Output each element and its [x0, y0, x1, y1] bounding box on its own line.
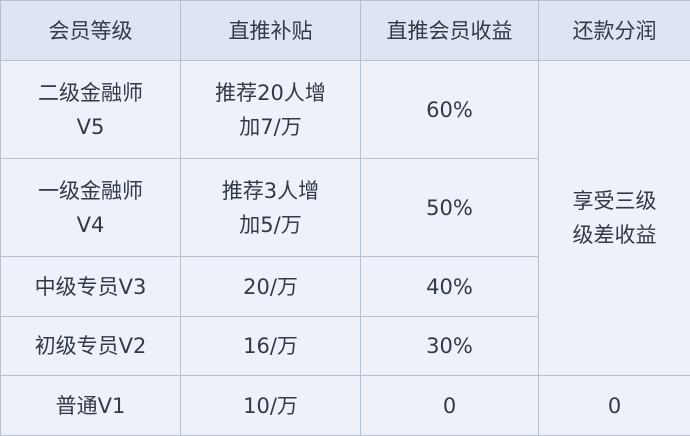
member-level-cell: 中级专员V3 [1, 257, 181, 317]
member-level-cell: 普通V1 [1, 376, 181, 436]
header-row: 会员等级 直推补贴 直推会员收益 还款分润 [1, 1, 690, 61]
member-level-name: 二级金融师 [7, 76, 174, 110]
member-income-cell: 50% [361, 159, 539, 257]
member-level-cell: 二级金融师 V5 [1, 61, 181, 159]
header-repayment-share: 还款分润 [539, 1, 690, 61]
direct-subsidy-line2: 加7/万 [187, 110, 354, 144]
direct-subsidy-cell: 10/万 [181, 376, 361, 436]
member-income-cell: 0 [361, 376, 539, 436]
repayment-share-line2: 级差收益 [545, 218, 684, 252]
direct-subsidy-cell: 20/万 [181, 257, 361, 317]
member-level-cell: 一级金融师 V4 [1, 159, 181, 257]
member-income-cell: 60% [361, 61, 539, 159]
member-level-name: 一级金融师 [7, 174, 174, 208]
direct-subsidy-cell: 推荐20人增 加7/万 [181, 61, 361, 159]
member-income-cell: 40% [361, 257, 539, 317]
table-row: 二级金融师 V5 推荐20人增 加7/万 60% 享受三级 级差收益 [1, 61, 690, 159]
member-income-cell: 30% [361, 317, 539, 376]
direct-subsidy-line1: 推荐3人增 [187, 174, 354, 208]
repayment-share-cell: 0 [539, 376, 690, 436]
direct-subsidy-cell: 16/万 [181, 317, 361, 376]
direct-subsidy-cell: 推荐3人增 加5/万 [181, 159, 361, 257]
direct-subsidy-line2: 加5/万 [187, 208, 354, 242]
header-member-level: 会员等级 [1, 1, 181, 61]
member-level-code: V5 [7, 110, 174, 144]
direct-subsidy-line1: 推荐20人增 [187, 76, 354, 110]
member-level-code: V4 [7, 208, 174, 242]
header-direct-member-income: 直推会员收益 [361, 1, 539, 61]
repayment-share-merged-cell: 享受三级 级差收益 [539, 61, 690, 376]
header-direct-subsidy: 直推补贴 [181, 1, 361, 61]
table-row: 普通V1 10/万 0 0 [1, 376, 690, 436]
member-level-cell: 初级专员V2 [1, 317, 181, 376]
membership-table: 会员等级 直推补贴 直推会员收益 还款分润 二级金融师 V5 推荐20人增 加7… [0, 0, 690, 435]
membership-grid: 会员等级 直推补贴 直推会员收益 还款分润 二级金融师 V5 推荐20人增 加7… [0, 0, 690, 436]
repayment-share-line1: 享受三级 [545, 184, 684, 218]
